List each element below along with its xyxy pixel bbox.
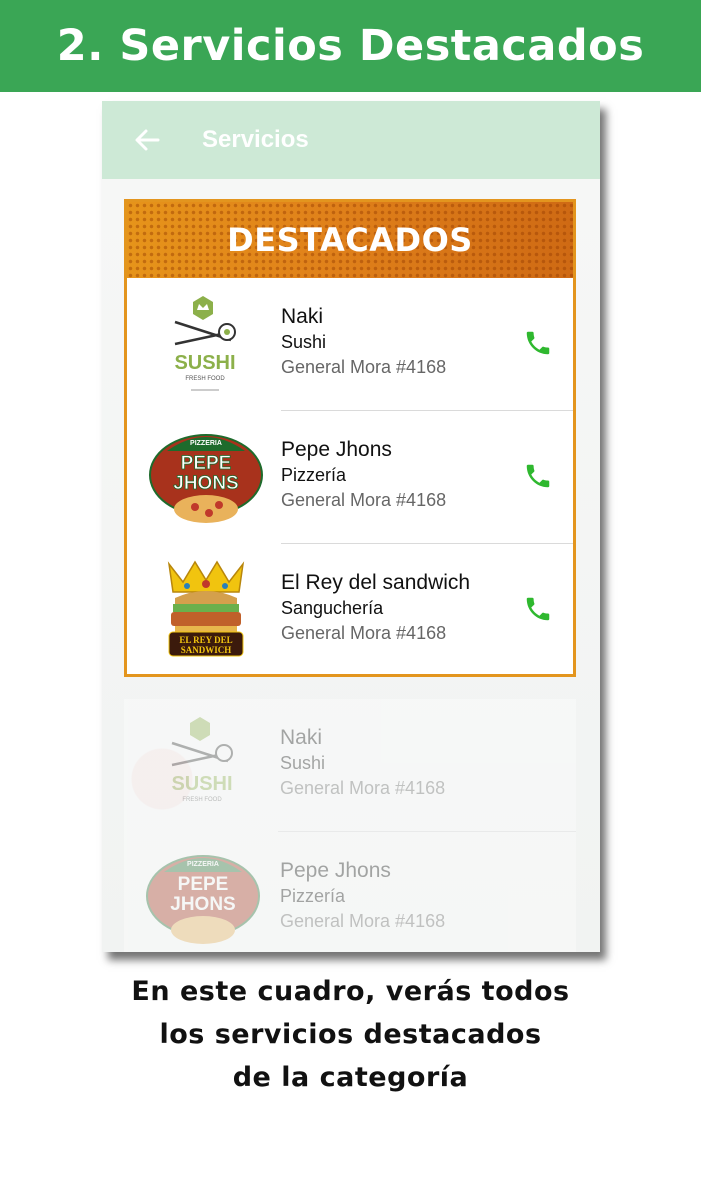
phone-icon[interactable] (523, 328, 553, 358)
sandwich-logo-text-1: EL REY DEL (179, 635, 232, 645)
pizza-logo-top: PIZZERIA (187, 861, 219, 868)
sandwich-logo: EL REY DEL SANDWICH (147, 558, 265, 664)
sandwich-logo-text-2: SANDWICH (181, 645, 232, 655)
item-name: Pepe Jhons (281, 438, 392, 461)
sushi-logo-sub: FRESH FOOD (182, 797, 222, 803)
featured-header: DESTACADOS (127, 202, 573, 278)
item-category: Sanguchería (281, 598, 384, 618)
pizza-logo-text-1: PEPE (178, 874, 229, 895)
caption: En este cuadro, verás todos los servicio… (0, 970, 701, 1099)
item-address: General Mora #4168 (280, 778, 446, 798)
item-text: Pepe Jhons Pizzería General Mora #4168 (281, 437, 446, 513)
arrow-left-icon[interactable] (134, 127, 160, 153)
pizza-logo-text-2: JHONS (170, 894, 235, 915)
app-bar-title: Servicios (202, 126, 309, 153)
list-item-pepe-jhons[interactable]: PIZZERIA PEPE JHONS Pepe Jhons Pizzería … (124, 832, 576, 952)
list-item-naki[interactable]: SUSHI FRESH FOOD Naki Sushi General Mora… (124, 699, 576, 832)
caption-line-3: de la categoría (232, 1062, 469, 1093)
item-text: El Rey del sandwich Sanguchería General … (281, 570, 470, 646)
item-address: General Mora #4168 (281, 623, 447, 643)
list-item-naki[interactable]: SUSHI FRESH FOOD Naki Sushi General Mora… (127, 278, 573, 411)
sushi-logo-sub: FRESH FOOD (185, 376, 225, 382)
pizza-logo: PIZZERIA PEPE JHONS (144, 846, 262, 952)
top-banner: 2. Servicios Destacados (0, 0, 701, 92)
sushi-logo-text: SUSHI (174, 352, 235, 374)
item-name: Naki (280, 726, 323, 749)
banner-title: 2. Servicios Destacados (56, 21, 645, 71)
item-text: Naki Sushi General Mora #4168 (281, 304, 446, 380)
phone-icon[interactable] (523, 461, 553, 491)
item-category: Sushi (280, 753, 326, 773)
item-name: Pepe Jhons (280, 859, 391, 882)
item-text: Naki Sushi General Mora #4168 (280, 725, 445, 801)
list-item-pepe-jhons[interactable]: PIZZERIA PEPE JHONS Pepe Jhons Pizzería … (127, 411, 573, 544)
pizza-logo: PIZZERIA PEPE JHONS (147, 425, 265, 531)
item-address: General Mora #4168 (281, 490, 447, 510)
app-bar: Servicios (102, 101, 600, 179)
item-address: General Mora #4168 (281, 357, 447, 377)
services-list: SUSHI FRESH FOOD Naki Sushi General Mora… (124, 699, 576, 952)
pizza-logo-top: PIZZERIA (190, 440, 222, 447)
item-category: Pizzería (281, 465, 347, 485)
item-category: Sushi (281, 332, 327, 352)
caption-line-2: los servicios destacados (159, 1019, 542, 1050)
featured-header-title: DESTACADOS (227, 221, 473, 259)
featured-card: DESTACADOS SUSHI FRESH FOOD Naki Sushi G… (124, 199, 576, 677)
list-item-el-rey-del-sandwich[interactable]: EL REY DEL SANDWICH El Rey del sandwich … (127, 544, 573, 674)
item-category: Pizzería (280, 886, 346, 906)
item-text: Pepe Jhons Pizzería General Mora #4168 (280, 858, 445, 934)
sushi-logo: SUSHI FRESH FOOD (147, 292, 265, 398)
phone-screen: Servicios DESTACADOS SUSHI FRESH FOOD Na… (102, 101, 600, 952)
sushi-logo: SUSHI FRESH FOOD (144, 713, 262, 819)
pizza-logo-text-2: JHONS (173, 473, 238, 494)
pizza-logo-text-1: PEPE (181, 453, 232, 474)
sushi-logo-text: SUSHI (171, 773, 232, 795)
caption-line-1: En este cuadro, verás todos (131, 976, 570, 1007)
item-name: Naki (281, 305, 324, 328)
item-name: El Rey del sandwich (281, 571, 471, 594)
item-address: General Mora #4168 (280, 911, 446, 931)
phone-icon[interactable] (523, 594, 553, 624)
